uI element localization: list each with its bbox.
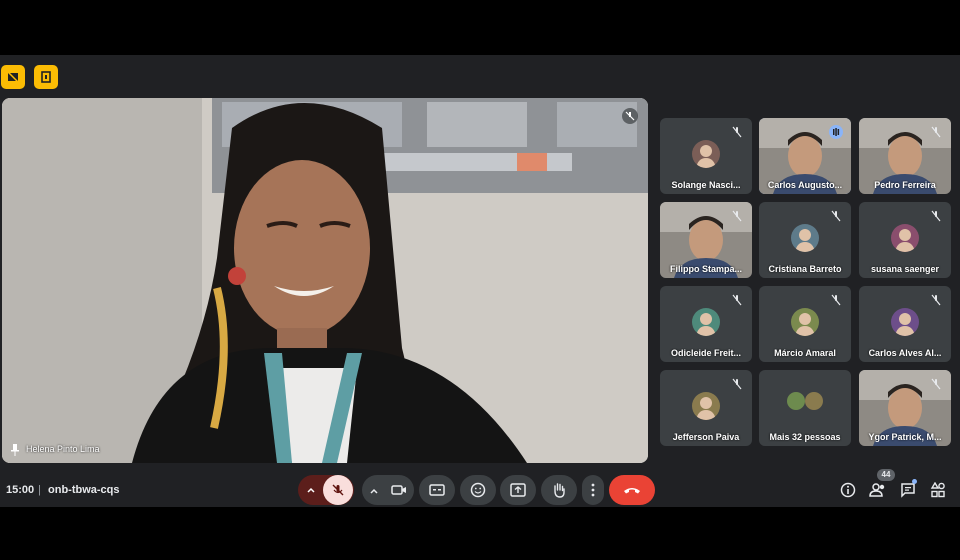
emoji-button[interactable] bbox=[460, 475, 496, 505]
participant-tile[interactable]: Jefferson Paiva bbox=[660, 370, 752, 446]
avatar bbox=[805, 392, 823, 410]
mic-off-icon bbox=[829, 209, 843, 223]
avatar bbox=[692, 392, 720, 420]
main-speaker-name: Helena Pinto Lima bbox=[26, 444, 100, 454]
mic-off-button[interactable] bbox=[323, 475, 353, 505]
more-options-button[interactable] bbox=[582, 475, 604, 505]
main-speaker-tile[interactable]: Helena Pinto Lima bbox=[2, 98, 648, 463]
participant-tile[interactable]: Carlos Augusto... bbox=[759, 118, 851, 194]
participant-tile[interactable]: Filippo Stampa... bbox=[660, 202, 752, 278]
participant-name: Ygor Patrick, M... bbox=[868, 432, 942, 442]
activities-button[interactable] bbox=[928, 480, 948, 500]
avatar bbox=[891, 308, 919, 336]
participant-tile[interactable]: susana saenger bbox=[859, 202, 951, 278]
participant-name: Mais 32 pessoas bbox=[769, 432, 841, 442]
mic-off-icon bbox=[929, 209, 943, 223]
mic-off-icon bbox=[730, 377, 744, 391]
participant-name: Cristiana Barreto bbox=[768, 264, 842, 274]
avatar bbox=[692, 140, 720, 168]
participant-tile[interactable]: Cristiana Barreto bbox=[759, 202, 851, 278]
shield-icon[interactable] bbox=[1, 65, 25, 89]
captions-button[interactable] bbox=[419, 475, 455, 505]
camera-icon bbox=[391, 485, 406, 495]
participant-name: Filippo Stampa... bbox=[669, 264, 742, 274]
participant-tile[interactable]: Mais 32 pessoas bbox=[759, 370, 851, 446]
mic-off-icon bbox=[730, 293, 744, 307]
raise-hand-button[interactable] bbox=[541, 475, 577, 505]
meeting-code[interactable]: onb-tbwa-cqs bbox=[48, 484, 120, 496]
mic-group bbox=[298, 475, 354, 505]
avatar bbox=[787, 392, 805, 410]
captions-icon bbox=[429, 484, 445, 496]
info-button[interactable] bbox=[838, 480, 858, 500]
activities-icon bbox=[930, 482, 945, 498]
info-icon bbox=[840, 482, 856, 498]
participant-name: Márcio Amaral bbox=[774, 348, 836, 358]
camera-button[interactable] bbox=[384, 475, 414, 505]
mic-options-chevron-icon[interactable] bbox=[305, 483, 317, 501]
mic-off-icon bbox=[730, 125, 744, 139]
participant-tile[interactable]: Márcio Amaral bbox=[759, 286, 851, 362]
people-icon bbox=[869, 483, 885, 497]
participant-tile[interactable]: Solange Nasci... bbox=[660, 118, 752, 194]
meet-window: Helena Pinto Lima Solange Nasci... Carlos… bbox=[0, 55, 960, 507]
mic-off-icon bbox=[730, 209, 744, 223]
door-icon[interactable] bbox=[34, 65, 58, 89]
meeting-separator: | bbox=[38, 484, 41, 496]
participant-tile[interactable]: Ygor Patrick, M... bbox=[859, 370, 951, 446]
emoji-icon bbox=[470, 482, 486, 498]
participant-tile[interactable]: Carlos Alves Al... bbox=[859, 286, 951, 362]
people-button[interactable] bbox=[868, 480, 888, 500]
participant-tile[interactable]: Odicleide Freit... bbox=[660, 286, 752, 362]
avatar bbox=[791, 308, 819, 336]
avatar bbox=[692, 308, 720, 336]
camera-options-chevron-icon[interactable] bbox=[368, 484, 380, 502]
hangup-icon bbox=[624, 488, 640, 494]
main-speaker-video bbox=[2, 98, 648, 463]
participant-name: Jefferson Paiva bbox=[672, 432, 740, 442]
participant-name: Odicleide Freit... bbox=[670, 348, 742, 358]
participant-count-badge: 44 bbox=[877, 469, 895, 481]
mic-off-icon bbox=[332, 484, 344, 496]
meeting-time: 15:00 bbox=[6, 484, 35, 496]
participant-name: Carlos Augusto... bbox=[767, 180, 843, 190]
avatar bbox=[791, 224, 819, 252]
present-icon bbox=[510, 483, 526, 497]
pin-icon[interactable] bbox=[10, 443, 20, 456]
mic-off-icon bbox=[829, 293, 843, 307]
raise-hand-icon bbox=[554, 483, 565, 498]
mic-off-icon bbox=[929, 293, 943, 307]
mic-off-icon bbox=[929, 125, 943, 139]
participant-name: Carlos Alves Al... bbox=[868, 348, 942, 358]
mic-off-icon bbox=[929, 377, 943, 391]
hangup-button[interactable] bbox=[609, 475, 655, 505]
speaking-indicator-icon bbox=[829, 125, 843, 139]
participant-tile[interactable]: Pedro Ferreira bbox=[859, 118, 951, 194]
participant-name: susana saenger bbox=[870, 264, 940, 274]
main-speaker-label: Helena Pinto Lima bbox=[10, 443, 100, 456]
avatar bbox=[891, 224, 919, 252]
more-icon bbox=[591, 483, 595, 497]
participant-name: Solange Nasci... bbox=[671, 180, 741, 190]
main-mic-off-icon bbox=[622, 108, 638, 124]
camera-group bbox=[362, 475, 414, 505]
chat-notification-dot bbox=[912, 479, 917, 484]
participant-name: Pedro Ferreira bbox=[874, 180, 936, 190]
chat-icon bbox=[901, 483, 915, 498]
present-button[interactable] bbox=[500, 475, 536, 505]
